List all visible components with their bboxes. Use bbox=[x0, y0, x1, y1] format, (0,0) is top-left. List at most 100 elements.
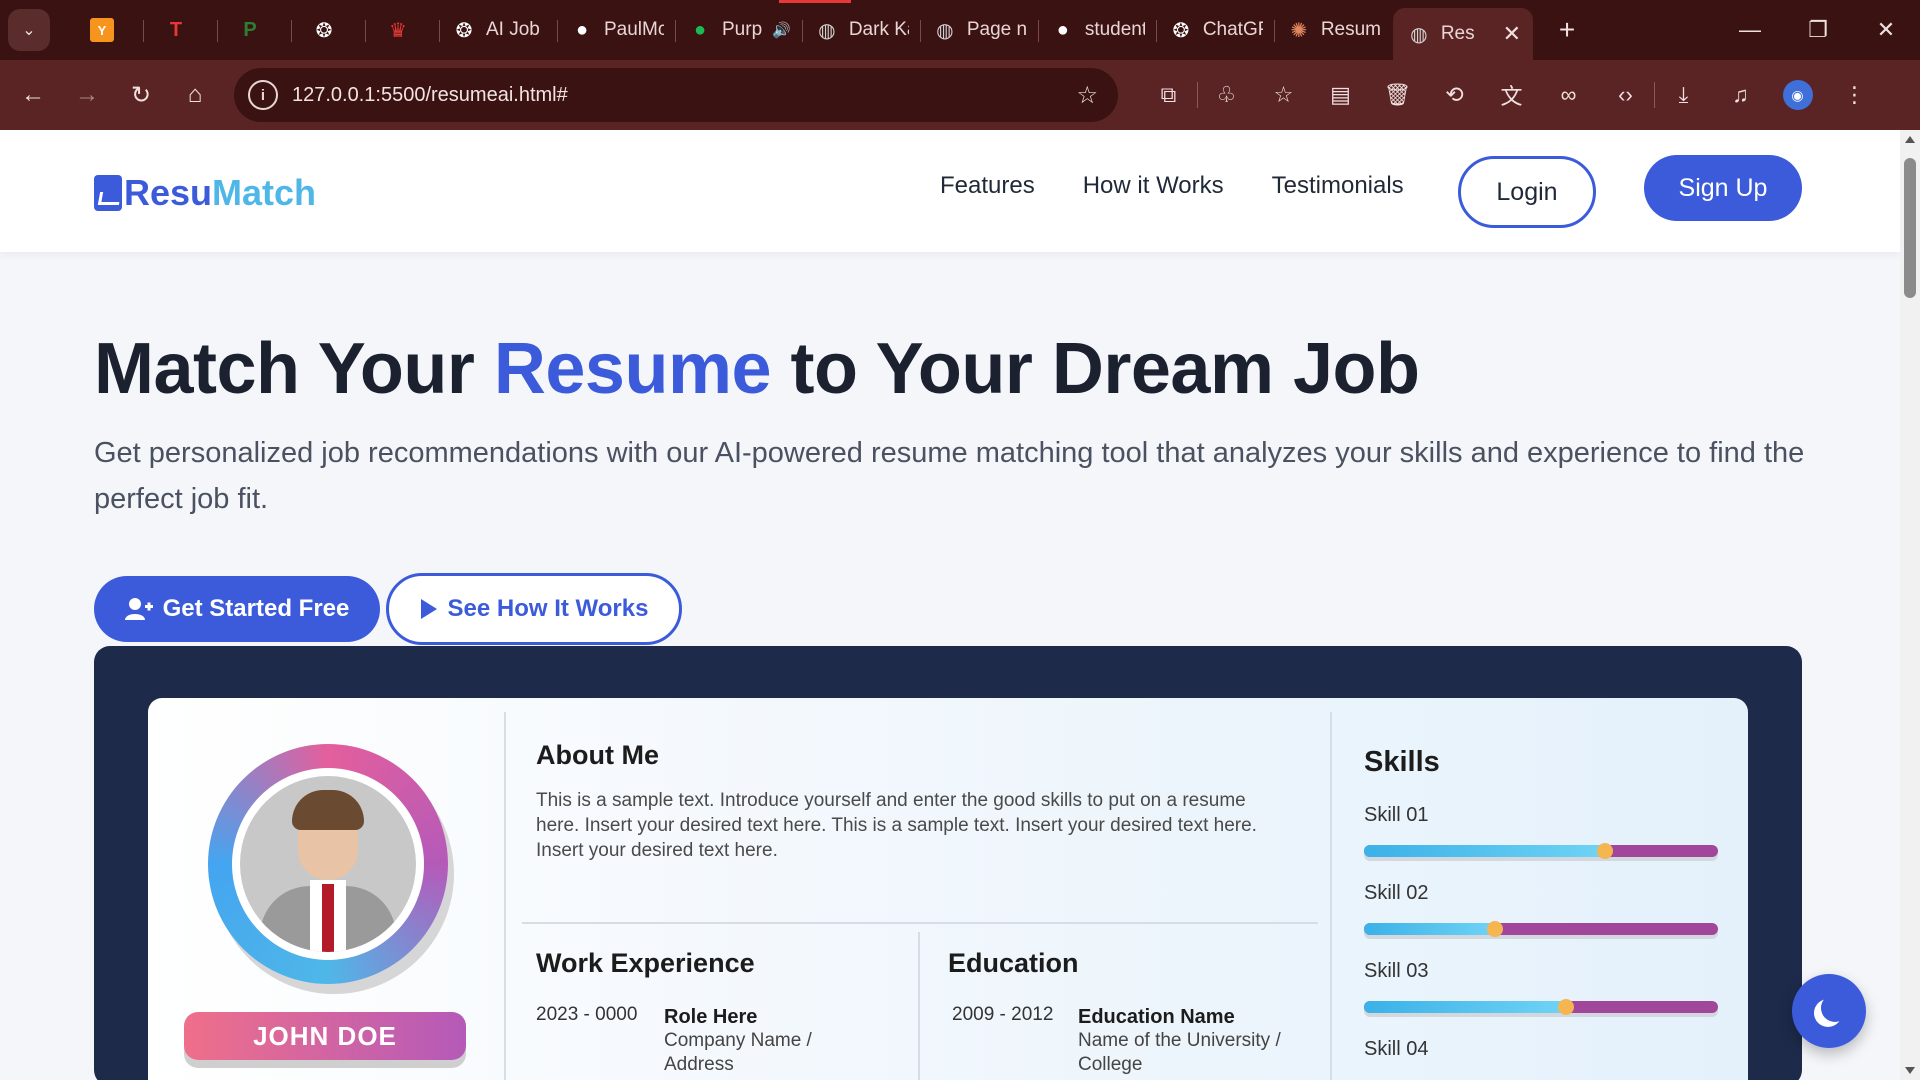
resume-chart-icon bbox=[94, 175, 122, 211]
nav-testimonials[interactable]: Testimonials bbox=[1272, 162, 1404, 210]
browser-tab[interactable]: ● student bbox=[1039, 0, 1157, 60]
browser-toolbar: ← → ↻ ⌂ i 127.0.0.1:5500/resumeai.html# … bbox=[0, 60, 1920, 130]
browser-tab[interactable]: ♛ bbox=[366, 0, 440, 60]
globe-icon: ◍ bbox=[936, 19, 954, 42]
skill-bar bbox=[1364, 921, 1718, 937]
download-icon[interactable]: ⤓ bbox=[1655, 68, 1712, 122]
about-text: This is a sample text. Introduce yoursel… bbox=[536, 790, 1257, 861]
skill-label: Skill 01 bbox=[1364, 804, 1429, 826]
browser-tab[interactable]: ◍ Dark Ka bbox=[803, 0, 921, 60]
scroll-down-icon[interactable] bbox=[1905, 1067, 1915, 1074]
skill-knob bbox=[1596, 843, 1613, 859]
address-bar[interactable]: i 127.0.0.1:5500/resumeai.html# ☆ bbox=[234, 68, 1118, 122]
trash-icon[interactable]: 🗑 bbox=[1369, 68, 1426, 122]
close-window-button[interactable]: ✕ bbox=[1852, 0, 1920, 60]
skill-item: Skill 01 bbox=[1364, 804, 1718, 859]
media-control-icon[interactable]: ♫ bbox=[1712, 68, 1769, 122]
login-button[interactable]: Login bbox=[1458, 156, 1596, 228]
hero-title-accent: Resume bbox=[493, 329, 772, 409]
profile-avatar[interactable]: ◉ bbox=[1769, 68, 1826, 122]
minimize-button[interactable]: — bbox=[1716, 0, 1784, 60]
browser-tab[interactable]: ● Purp 🔊 bbox=[676, 0, 803, 60]
history-icon[interactable]: ⟲ bbox=[1426, 68, 1483, 122]
skill-label: Skill 04 bbox=[1364, 1038, 1429, 1060]
nav-features[interactable]: Features bbox=[940, 162, 1035, 210]
bookmark-star-icon[interactable]: ☆ bbox=[1076, 81, 1098, 110]
translate-icon[interactable]: 文 bbox=[1483, 68, 1540, 122]
profile-photo-ring bbox=[208, 744, 448, 984]
site-logo[interactable]: Resu Match bbox=[94, 172, 316, 214]
favorites-icon[interactable]: ☆ bbox=[1255, 68, 1312, 122]
browser-tab[interactable]: ● PaulMc bbox=[558, 0, 676, 60]
tab-title: Res bbox=[1440, 23, 1475, 44]
link-icon[interactable]: ∞ bbox=[1540, 68, 1597, 122]
tab-title: student bbox=[1084, 19, 1145, 40]
tab-title: Dark Ka bbox=[848, 19, 909, 40]
close-tab-icon[interactable]: ✕ bbox=[1503, 21, 1521, 47]
browser-tab[interactable]: ◍ Res ✕ bbox=[1392, 8, 1534, 60]
education-title: Education Name bbox=[1078, 1006, 1235, 1028]
openai-icon: ❂ bbox=[315, 19, 333, 42]
profile-photo-frame bbox=[232, 768, 424, 960]
new-tab-button[interactable]: + bbox=[1549, 14, 1585, 46]
browser-tab[interactable]: ❂ bbox=[292, 0, 366, 60]
profile-avatar-icon: ◉ bbox=[1782, 80, 1813, 110]
home-button[interactable]: ⌂ bbox=[168, 68, 222, 122]
resume-template: JOHN DOE About Me This is a sample text.… bbox=[148, 698, 1748, 1080]
tab-title: Purp bbox=[722, 19, 763, 40]
restore-button[interactable]: ❐ bbox=[1784, 0, 1852, 60]
reading-list-icon[interactable]: ▤ bbox=[1312, 68, 1369, 122]
back-button[interactable]: ← bbox=[6, 68, 60, 122]
devtools-icon[interactable]: ‹› bbox=[1597, 68, 1654, 122]
get-started-button[interactable]: Get Started Free bbox=[94, 576, 380, 642]
scrollbar-thumb[interactable] bbox=[1904, 158, 1916, 298]
speaker-icon[interactable]: 🔊 bbox=[772, 21, 791, 39]
divider bbox=[522, 922, 1318, 924]
browser-tab[interactable]: Y bbox=[70, 0, 144, 60]
photo-hair bbox=[292, 790, 364, 830]
hero-title: Match Your Resume to Your Dream Job bbox=[94, 328, 1420, 410]
scroll-up-icon[interactable] bbox=[1905, 136, 1915, 143]
work-years: 2023 - 0000 bbox=[536, 1004, 638, 1025]
browser-tab[interactable]: ◍ Page no bbox=[921, 0, 1039, 60]
browser-menu-icon[interactable]: ⋮ bbox=[1826, 68, 1883, 122]
hero-title-end: to Your Dream Job bbox=[771, 329, 1420, 409]
reload-button[interactable]: ↻ bbox=[114, 68, 168, 122]
see-how-it-works-button[interactable]: See How It Works bbox=[386, 573, 682, 645]
divider bbox=[504, 712, 506, 1080]
nav-how-it-works[interactable]: How it Works bbox=[1083, 162, 1224, 210]
window-controls: — ❐ ✕ bbox=[1716, 0, 1920, 60]
tab-search-button[interactable]: ⌄ bbox=[8, 9, 50, 51]
skill-bar bbox=[1364, 843, 1718, 859]
extensions-icon[interactable]: ⧉ bbox=[1140, 68, 1197, 122]
tab-title: Page no bbox=[966, 19, 1027, 40]
forward-button[interactable]: → bbox=[60, 68, 114, 122]
skill-fill bbox=[1364, 845, 1605, 857]
resume-profile-column: JOHN DOE bbox=[148, 698, 504, 1080]
skill-item: Skill 02 bbox=[1364, 882, 1718, 937]
work-title: Role Here bbox=[664, 1006, 758, 1028]
about-heading: About Me bbox=[536, 740, 659, 770]
y-icon: Y bbox=[90, 18, 114, 42]
site-info-icon[interactable]: i bbox=[248, 80, 278, 110]
browser-tab[interactable]: ❂ ChatGP bbox=[1157, 0, 1275, 60]
skill-label: Skill 02 bbox=[1364, 882, 1429, 904]
browser-tab[interactable]: P bbox=[218, 0, 292, 60]
education-years: 2009 - 2012 bbox=[952, 1004, 1054, 1025]
browser-tab[interactable]: ❂ AI Job M bbox=[440, 0, 558, 60]
dark-mode-toggle[interactable] bbox=[1792, 974, 1866, 1048]
url-text[interactable]: 127.0.0.1:5500/resumeai.html# bbox=[292, 84, 1076, 107]
page-scrollbar[interactable] bbox=[1900, 130, 1920, 1080]
browser-tab[interactable]: ✺ Resume bbox=[1275, 0, 1393, 60]
browser-tab[interactable]: T bbox=[144, 0, 218, 60]
divider bbox=[1330, 712, 1332, 1080]
incognito-icon[interactable]: ♧ bbox=[1198, 68, 1255, 122]
work-detail: Company Name / Address bbox=[664, 1030, 812, 1075]
resume-preview-panel: JOHN DOE About Me This is a sample text.… bbox=[94, 646, 1802, 1080]
user-plus-icon bbox=[124, 598, 153, 620]
github-icon: ● bbox=[575, 18, 589, 41]
divider bbox=[918, 932, 920, 1080]
toolbar-actions: ⧉ ♧ ☆ ▤ 🗑 ⟲ 文 ∞ ‹› ⤓ ♫ ◉ ⋮ bbox=[1140, 68, 1883, 122]
signup-button[interactable]: Sign Up bbox=[1644, 155, 1802, 221]
hero-title-start: Match Your bbox=[94, 329, 494, 409]
